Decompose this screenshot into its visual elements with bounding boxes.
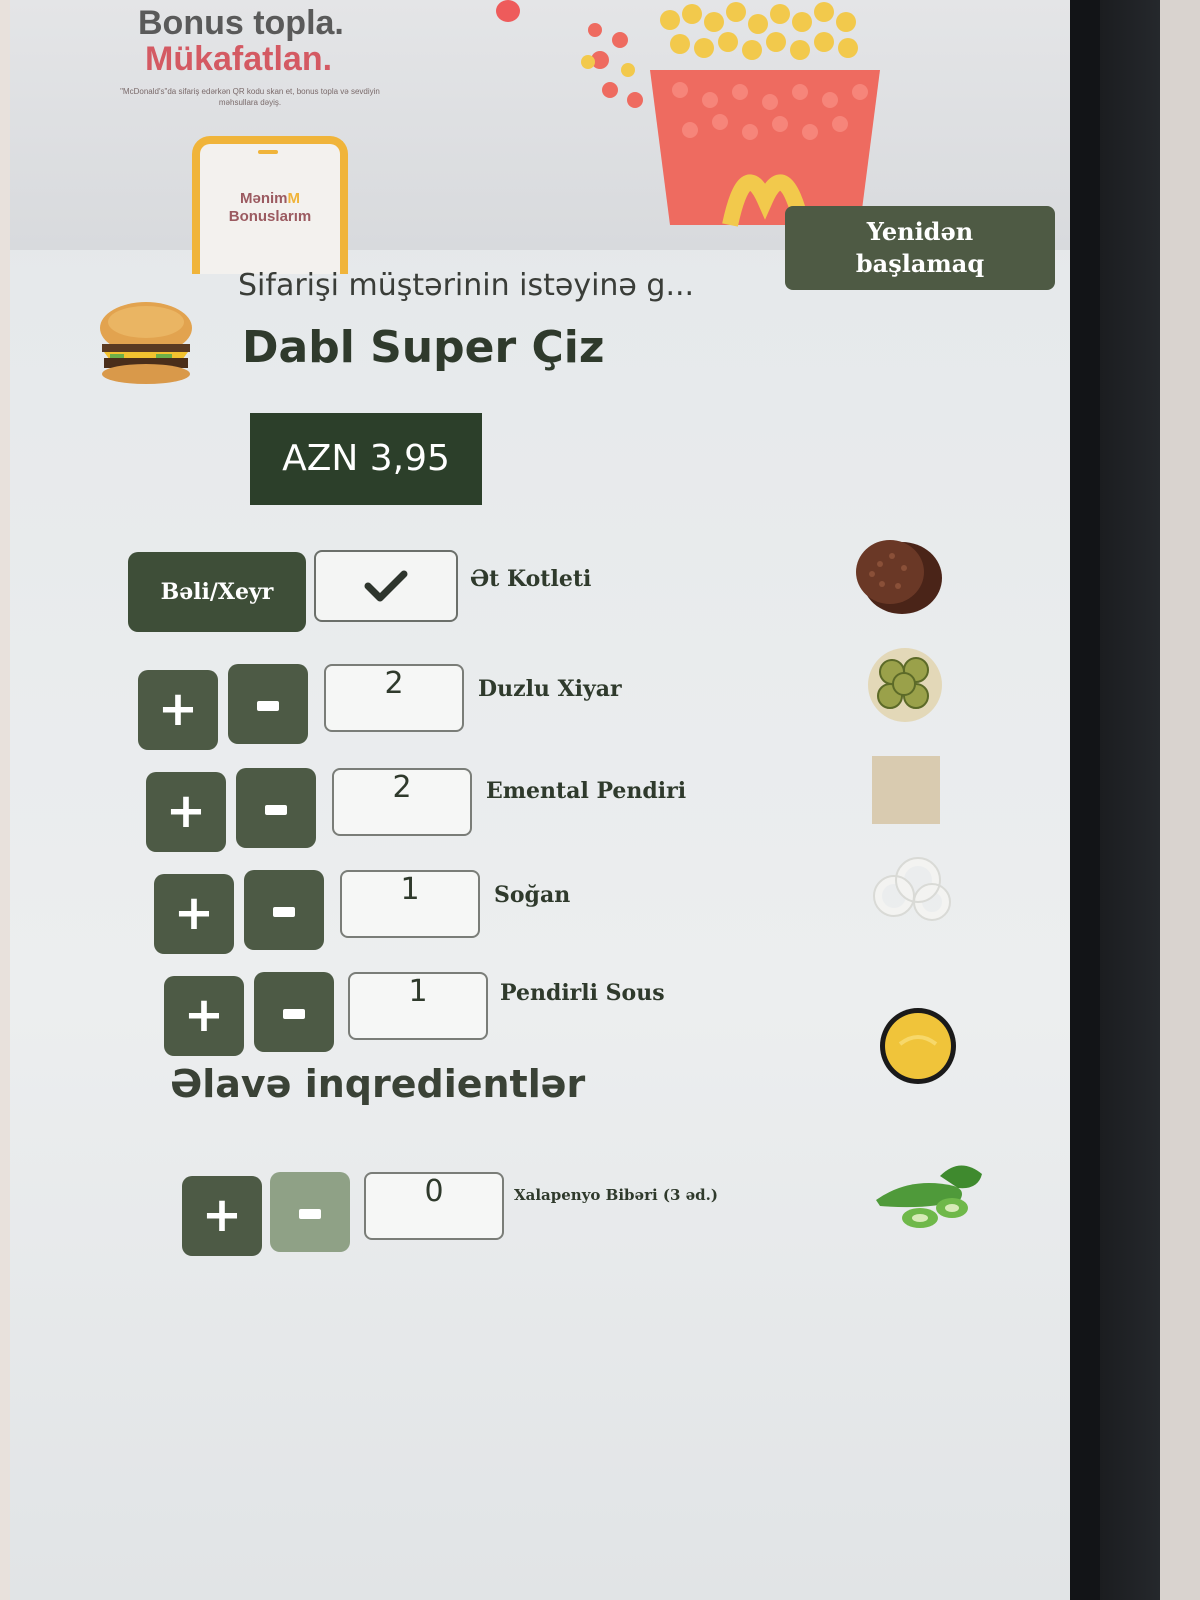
minus-icon: [273, 907, 295, 917]
plus-button-onion[interactable]: +: [154, 874, 234, 954]
ingredient-label-jalapeno: Xalapenyo Bibəri (3 əd.): [514, 1186, 718, 1204]
restart-label-line2: başlamaq: [855, 249, 985, 278]
pickle-image: [868, 648, 942, 722]
minus-button-cheese[interactable]: [236, 768, 316, 848]
banner-title-line2: Mükafatlan.: [145, 40, 333, 78]
ingredient-label-sauce: Pendirli Sous: [500, 980, 665, 1006]
quantity-field-cheese[interactable]: 2: [332, 768, 472, 836]
minus-icon: [283, 1009, 305, 1019]
ingredient-label-pickles: Duzlu Xiyar: [478, 676, 622, 702]
yes-no-button[interactable]: Bəli/Xeyr: [128, 552, 306, 632]
decorative-dot: [496, 0, 520, 22]
kiosk-screen: Bonus topla. Mükafatlan. "McDonald's"da …: [10, 0, 1070, 1600]
ingredient-label-cheese: Emental Pendiri: [486, 778, 687, 804]
burger-image: [100, 302, 192, 384]
quantity-field-pickles[interactable]: 2: [324, 664, 464, 732]
plus-icon: +: [201, 1187, 243, 1243]
banner-small-text: "McDonald's"da sifariş edərkən QR kodu s…: [120, 87, 380, 107]
quantity-field-sauce[interactable]: 1: [348, 972, 488, 1040]
extras-section-title: Əlavə inqredientlər: [170, 1062, 586, 1106]
plus-button-pickles[interactable]: +: [138, 670, 218, 750]
sauce-image: [880, 1008, 956, 1084]
plus-icon: +: [173, 885, 215, 941]
mcdonalds-logo-icon: M: [287, 190, 301, 207]
minus-button-onion[interactable]: [244, 870, 324, 950]
plus-icon: +: [183, 987, 225, 1043]
quantity-field-jalapeno[interactable]: 0: [364, 1172, 504, 1240]
ingredient-label-onion: Soğan: [494, 882, 571, 908]
jalapeno-image: [876, 1165, 982, 1228]
quantity-field-onion[interactable]: 1: [340, 870, 480, 938]
phone-notch: [258, 150, 278, 154]
check-icon: [364, 570, 408, 602]
plus-icon: +: [165, 783, 207, 839]
fries-illustration: [581, 2, 880, 227]
restart-label-line1: Yenidən: [866, 217, 974, 246]
minus-button-pickles[interactable]: [228, 664, 308, 744]
price-badge: AZN 3,95: [250, 413, 482, 505]
phone-label-line2: Bonuslarım: [228, 208, 312, 225]
phone-label-line1: Mənim: [239, 190, 288, 207]
product-name: Dabl Super Çiz: [242, 322, 605, 373]
ingredient-label-patty: Ət Kotleti: [470, 566, 592, 592]
patty-checkbox[interactable]: [314, 550, 458, 622]
minus-button-jalapeno[interactable]: [270, 1172, 350, 1252]
minus-icon: [265, 805, 287, 815]
restart-button[interactable]: Yenidən başlamaq: [785, 206, 1055, 290]
patty-image: [856, 540, 942, 614]
plus-button-sauce[interactable]: +: [164, 976, 244, 1056]
phone-illustration: MənimM Bonuslarım: [192, 136, 348, 274]
plus-button-cheese[interactable]: +: [146, 772, 226, 852]
plus-button-jalapeno[interactable]: +: [182, 1176, 262, 1256]
minus-button-sauce[interactable]: [254, 972, 334, 1052]
page-subtitle: Sifarişi müştərinin istəyinə g...: [238, 268, 695, 303]
kiosk-bezel-right: [1100, 0, 1200, 1600]
minus-icon: [299, 1209, 321, 1219]
phone-label: MənimM Bonuslarım: [214, 190, 326, 226]
onion-image: [873, 857, 951, 921]
minus-icon: [257, 701, 279, 711]
plus-icon: +: [157, 681, 199, 737]
banner-title-line1: Bonus topla.: [138, 4, 344, 42]
cheese-image: [872, 756, 940, 824]
